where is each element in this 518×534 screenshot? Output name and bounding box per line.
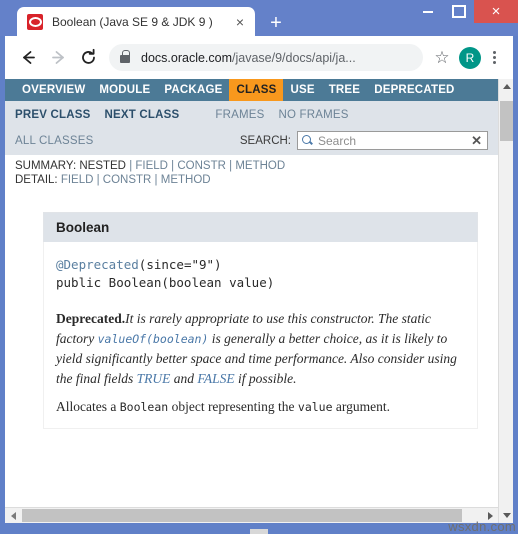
window-controls: × [412, 0, 518, 23]
oracle-favicon [27, 14, 43, 30]
summary-item-field[interactable]: FIELD [135, 160, 168, 172]
subnav-row-search: ALL CLASSES SEARCH: Search ✕ [15, 130, 488, 151]
detail-item-constr[interactable]: CONSTR [103, 174, 152, 186]
page-viewport: OVERVIEW MODULE PACKAGE CLASS USE TREE D… [5, 79, 513, 523]
desc-code-boolean: Boolean [119, 400, 169, 414]
deprecated-annotation[interactable]: @Deprecated [56, 257, 139, 272]
deprecated-label: Deprecated. [56, 311, 126, 326]
tab-title: Boolean (Java SE 9 & JDK 9 ) [52, 15, 213, 29]
detail-item-method[interactable]: METHOD [161, 174, 211, 186]
desc-code-value: value [297, 400, 333, 414]
member-description: Allocates a Boolean object representing … [56, 397, 465, 418]
search-label: SEARCH: [239, 134, 291, 147]
scroll-left-arrow[interactable] [5, 508, 21, 523]
annotation-args: (since="9") [138, 257, 222, 272]
url-text: docs.oracle.com/javase/9/docs/api/ja... [141, 51, 356, 65]
javadoc-content: Boolean @Deprecated(since="9") public Boo… [5, 194, 498, 501]
close-button[interactable]: × [474, 0, 518, 23]
nav-item-class[interactable]: CLASS [229, 79, 284, 101]
deprecated-note: Deprecated.It is rarely appropriate to u… [56, 309, 465, 388]
browser-toolbar: docs.oracle.com/javase/9/docs/api/ja... … [5, 36, 513, 79]
summary-prefix: SUMMARY: [15, 160, 77, 172]
lock-icon [120, 50, 130, 63]
browser-window: × Boolean (Java SE 9 & JDK 9 ) × + docs.… [0, 0, 518, 534]
nav-item-package[interactable]: PACKAGE [157, 79, 229, 101]
forward-arrow-icon[interactable] [43, 43, 73, 73]
frames-link[interactable]: FRAMES [215, 109, 264, 121]
member-heading: Boolean [43, 212, 478, 242]
member-signature: @Deprecated(since="9") public Boolean(boo… [56, 256, 465, 292]
next-class-link[interactable]: NEXT CLASS [105, 109, 180, 121]
false-field-link[interactable]: FALSE [197, 371, 234, 386]
address-bar[interactable]: docs.oracle.com/javase/9/docs/api/ja... [109, 44, 423, 71]
browser-tab[interactable]: Boolean (Java SE 9 & JDK 9 ) × [17, 7, 255, 37]
desc-text-2: object representing the [168, 399, 298, 414]
desc-text-3: argument. [332, 399, 391, 414]
close-icon[interactable]: × [231, 13, 249, 31]
detail-item-field[interactable]: FIELD [61, 174, 94, 186]
horizontal-scroll-thumb[interactable] [22, 509, 462, 522]
search-icon [301, 134, 314, 147]
summary-detail-block: SUMMARY: NESTED | FIELD | CONSTR | METHO… [5, 155, 498, 192]
detail-line: DETAIL: FIELD | CONSTR | METHOD [15, 174, 211, 186]
no-frames-link[interactable]: NO FRAMES [278, 109, 348, 121]
prev-class-link[interactable]: PREV CLASS [15, 109, 91, 121]
all-classes-link[interactable]: ALL CLASSES [15, 135, 93, 147]
signature-text: public Boolean(boolean value) [56, 275, 275, 290]
back-arrow-icon[interactable] [13, 43, 43, 73]
summary-item-nested: NESTED [79, 160, 126, 172]
deprecated-text-3: and [170, 370, 198, 386]
browser-menu-icon[interactable] [483, 51, 505, 64]
valueof-link[interactable]: valueOf(boolean) [98, 332, 209, 346]
url-path: /javase/9/docs/api/ja... [232, 50, 356, 65]
search-area: SEARCH: Search ✕ [240, 131, 488, 150]
summary-line: SUMMARY: NESTED | FIELD | CONSTR | METHO… [15, 160, 286, 172]
search-reset-icon[interactable]: ✕ [471, 133, 484, 149]
reload-icon[interactable] [73, 43, 103, 73]
watermark: wsxdn.com [448, 519, 516, 534]
constructor-detail: Boolean @Deprecated(since="9") public Boo… [5, 194, 498, 429]
horizontal-scrollbar[interactable] [5, 507, 498, 523]
nav-item-overview[interactable]: OVERVIEW [15, 79, 92, 101]
nav-item-use[interactable]: USE [283, 79, 321, 101]
url-host: docs.oracle.com [141, 50, 233, 65]
scroll-up-arrow[interactable] [499, 79, 513, 94]
detail-prefix: DETAIL: [15, 174, 58, 186]
nav-item-deprecated[interactable]: DEPRECATED [367, 79, 461, 101]
subnav-row-classes: PREV CLASS NEXT CLASS FRAMES NO FRAMES [15, 106, 488, 124]
avatar[interactable]: R [459, 46, 481, 69]
javadoc-header: OVERVIEW MODULE PACKAGE CLASS USE TREE D… [5, 79, 498, 192]
browser-titlebar: × Boolean (Java SE 9 & JDK 9 ) × + [0, 0, 518, 37]
desc-text-1: Allocates a [56, 399, 120, 414]
nav-item-tree[interactable]: TREE [322, 79, 367, 101]
javadoc-navbar: OVERVIEW MODULE PACKAGE CLASS USE TREE D… [5, 79, 498, 101]
star-icon[interactable]: ☆ [429, 49, 455, 66]
minimize-button[interactable] [412, 0, 443, 23]
search-placeholder: Search [318, 133, 357, 148]
nav-item-module[interactable]: MODULE [92, 79, 157, 101]
search-input[interactable]: Search ✕ [297, 131, 488, 150]
member-body: @Deprecated(since="9") public Boolean(boo… [43, 242, 478, 429]
vertical-scrollbar[interactable] [498, 79, 513, 523]
deprecated-text-4: if possible. [234, 370, 297, 386]
vertical-scroll-thumb[interactable] [500, 101, 513, 141]
summary-item-constr[interactable]: CONSTR [177, 160, 226, 172]
javadoc-subnav: PREV CLASS NEXT CLASS FRAMES NO FRAMES A… [5, 101, 498, 155]
taskbar-notch [250, 529, 268, 534]
summary-item-method[interactable]: METHOD [235, 160, 285, 172]
maximize-button[interactable] [443, 0, 474, 23]
true-field-link[interactable]: TRUE [137, 371, 171, 386]
new-tab-button[interactable]: + [265, 12, 287, 34]
